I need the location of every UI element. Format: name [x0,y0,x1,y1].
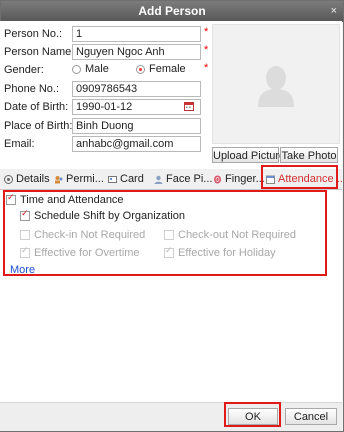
email-field[interactable]: anhabc@gmail.com [72,136,201,152]
radio-on-icon [136,64,145,74]
dob-label: Date of Birth: [4,101,69,113]
details-icon [4,174,13,184]
tab-details[interactable]: Details [4,172,50,186]
close-icon[interactable]: × [331,1,337,22]
dialog-footer: OK Cancel [0,402,342,431]
person-no-label: Person No.: [4,28,63,40]
dob-field[interactable]: 1990-01-12 [72,99,201,115]
tab-card-label: Card [120,173,144,185]
avatar-placeholder-icon [258,66,294,107]
person-name-label: Person Name: [4,46,75,58]
place-of-birth-field[interactable]: Binh Duong [72,118,201,134]
permission-icon [55,175,63,183]
attendance-tab-highlight [261,165,338,189]
gender-female-label: Female [149,63,186,75]
card-icon [108,175,117,183]
tab-details-label: Details [16,173,50,185]
person-info-form: Person No.: 1 * Person Name: Nguyen Ngoc… [0,21,342,169]
calendar-icon[interactable] [184,101,194,111]
required-mark: * [204,26,209,38]
tab-permission-label: Permi... [66,173,104,185]
place-of-birth-label: Place of Birth: [4,120,73,132]
take-photo-button[interactable]: Take Photo [280,147,338,163]
gender-male-label: Male [85,63,109,75]
required-mark: * [204,62,209,74]
gender-male-radio[interactable]: Male [72,63,109,75]
radio-off-icon [72,64,81,74]
attendance-section-highlight [3,190,327,276]
tab-face-picture[interactable]: Face Pi... [154,172,212,186]
email-label: Email: [4,138,35,150]
phone-label: Phone No.: [4,83,60,95]
person-name-field[interactable]: Nguyen Ngoc Anh [72,44,201,60]
tab-permission[interactable]: Permi... [54,172,104,186]
upload-picture-button[interactable]: Upload Picture [212,147,285,163]
tab-fingerprint[interactable]: Finger... [213,172,265,186]
ok-button-highlight [224,402,281,427]
tab-card[interactable]: Card [108,172,144,186]
title-bar: Add Person × [1,1,343,22]
gender-label: Gender: [4,64,44,76]
required-mark: * [204,44,209,56]
fingerprint-icon [214,175,221,183]
tab-face-picture-label: Face Pi... [166,173,213,185]
gender-female-radio[interactable]: Female [136,63,186,75]
tab-fingerprint-label: Finger... [225,173,265,185]
photo-preview [212,24,340,144]
phone-field[interactable]: 0909786543 [72,81,201,97]
cancel-button[interactable]: Cancel [285,408,337,425]
dialog-title: Add Person [138,4,206,18]
face-icon [154,175,163,184]
person-no-field[interactable]: 1 [72,26,201,42]
